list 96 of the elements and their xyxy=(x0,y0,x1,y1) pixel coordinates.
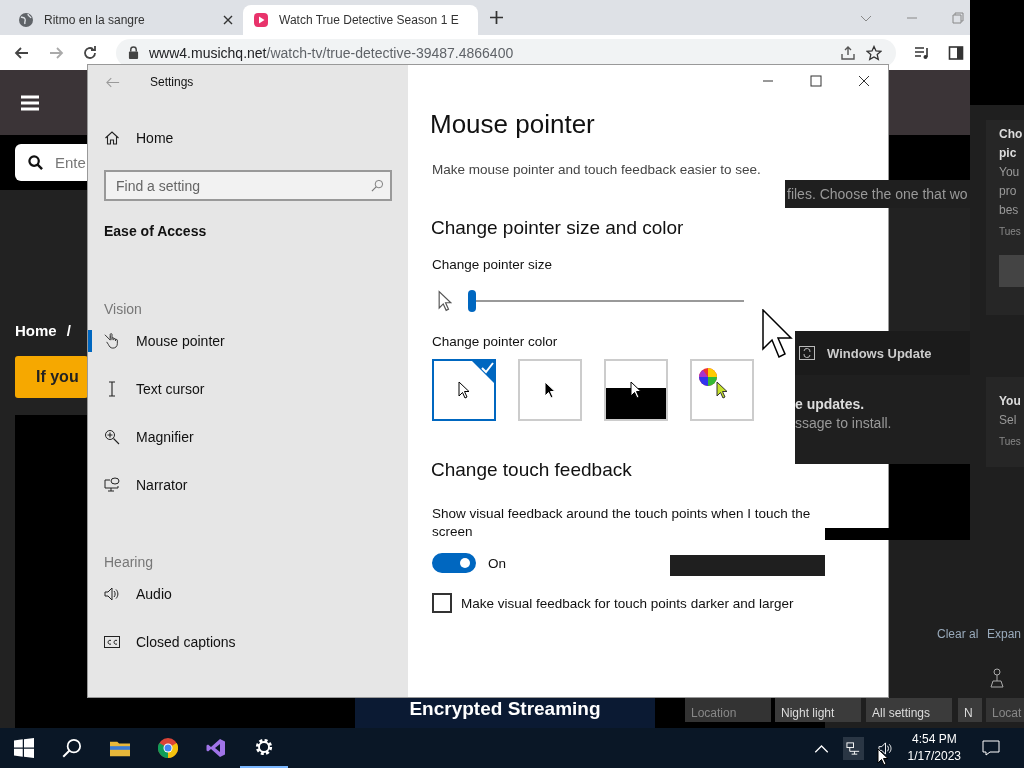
home-icon xyxy=(104,130,120,146)
update-icon xyxy=(799,346,815,360)
expand-link[interactable]: Expan xyxy=(987,627,1022,641)
search-field[interactable]: Ente xyxy=(15,144,88,181)
close-icon[interactable] xyxy=(858,75,870,87)
group-heading: Vision xyxy=(104,300,143,317)
pointer-size-slider[interactable] xyxy=(468,290,744,312)
share-icon[interactable] xyxy=(840,44,856,61)
start-icon[interactable] xyxy=(14,738,34,758)
side-panel-icon[interactable] xyxy=(948,44,964,61)
nav-item[interactable]: Narrator xyxy=(104,461,408,509)
slider-thumb[interactable] xyxy=(468,290,476,312)
location-icon[interactable] xyxy=(989,668,1005,688)
notifications-icon[interactable] xyxy=(982,740,1000,756)
small-pointer-icon xyxy=(438,290,452,312)
playlist-icon[interactable] xyxy=(914,44,930,61)
hand-pointer-icon xyxy=(104,333,120,349)
nav-item[interactable]: Closed captions xyxy=(104,618,408,666)
notification-card[interactable]: Cho pic You pro bes Tues xyxy=(986,120,1024,315)
browser-tab[interactable]: Watch True Detective Season 1 E xyxy=(243,5,478,35)
notification-text: You xyxy=(999,164,1020,181)
notification-title: You xyxy=(999,393,1021,410)
lock-icon xyxy=(128,46,139,59)
home-nav-item[interactable]: Home xyxy=(104,114,408,162)
cursor-icon xyxy=(877,748,889,766)
nav-item[interactable]: Mouse pointer xyxy=(104,317,408,365)
notification-time: Tues xyxy=(999,226,1021,237)
play-icon xyxy=(253,12,269,28)
clear-all-link[interactable]: Clear al xyxy=(937,627,979,641)
star-icon[interactable] xyxy=(866,44,882,61)
search-icon[interactable] xyxy=(62,738,82,758)
quick-action-tile[interactable]: Night light xyxy=(775,698,861,722)
close-icon[interactable] xyxy=(223,15,233,25)
network-icon[interactable] xyxy=(842,736,864,760)
notification-text: files. Choose the one that wo xyxy=(785,180,970,208)
search-icon xyxy=(371,179,384,192)
category-heading: Ease of Access xyxy=(104,223,208,241)
breadcrumb-item[interactable]: / xyxy=(66,322,71,339)
checkbox-label[interactable]: Make visual feedback for touch points darker and larger xyxy=(461,595,794,611)
pointer-icon xyxy=(630,381,642,399)
cursor-icon xyxy=(762,309,796,359)
notification-time: Tues xyxy=(999,436,1021,447)
setting-description: Show visual feedback around the touch points when I touch the screen xyxy=(432,505,812,541)
notification-text: Sel xyxy=(999,412,1017,429)
checkbox[interactable] xyxy=(432,593,452,613)
notification-title: Cho xyxy=(999,126,1023,143)
field-label: Change pointer color xyxy=(432,334,559,349)
section-heading: Change touch feedback xyxy=(431,459,633,481)
section-heading: Change pointer size and color xyxy=(431,217,685,239)
field-label: Change pointer size xyxy=(432,257,554,272)
captions-icon xyxy=(104,634,120,650)
notification-title: e updates. xyxy=(795,395,866,414)
pointer-icon xyxy=(716,381,728,399)
magnifier-icon xyxy=(104,429,120,445)
nav-item[interactable]: Audio xyxy=(104,570,408,618)
notification-text: bes xyxy=(999,202,1019,219)
notification-card[interactable]: You Sel Tues xyxy=(986,377,1024,467)
notification-app-name: Windows Update xyxy=(827,345,932,361)
gear-icon[interactable] xyxy=(254,737,274,757)
clock[interactable]: 4:54 PM 1/17/2023 xyxy=(907,731,961,765)
browser-tab[interactable]: Ritmo en la sangre xyxy=(8,5,243,35)
toggle-switch[interactable] xyxy=(432,553,476,573)
breadcrumb-item[interactable]: Home xyxy=(15,322,57,339)
window-title: Settings xyxy=(150,75,194,89)
quick-action-tile[interactable]: All settings xyxy=(866,698,952,722)
new-tab-icon[interactable] xyxy=(490,11,503,24)
globe-icon xyxy=(18,12,34,28)
address-field[interactable]: www4.musichq.net/watch-tv/true-detective-39487.4866400 xyxy=(116,38,896,67)
quick-action-tile[interactable]: N xyxy=(958,698,982,722)
page-title: Mouse pointer xyxy=(430,109,596,140)
notification-text: ssage to install. xyxy=(795,414,893,433)
narrator-icon xyxy=(104,477,120,493)
menu-icon[interactable] xyxy=(21,94,39,111)
back-icon[interactable] xyxy=(14,44,30,61)
maximize-icon[interactable] xyxy=(810,75,822,87)
notification-title: pic xyxy=(999,145,1017,162)
ribbon-app-icon[interactable] xyxy=(206,738,226,758)
pointer-color-option[interactable] xyxy=(432,359,496,421)
page-description: Make mouse pointer and touch feedback easier to see. xyxy=(432,162,762,177)
search-field[interactable]: Find a setting xyxy=(104,170,392,201)
browser-icon[interactable] xyxy=(158,738,178,758)
selected-check-icon xyxy=(471,360,495,384)
notification-card[interactable]: Windows Update e updates. ssage to install. xyxy=(795,331,970,464)
nav-item[interactable]: Text cursor xyxy=(104,365,408,413)
pointer-icon xyxy=(544,381,556,399)
pointer-icon xyxy=(458,381,470,399)
reload-icon[interactable] xyxy=(82,44,98,61)
banner-text: If you xyxy=(36,368,79,386)
nav-item[interactable]: Magnifier xyxy=(104,413,408,461)
group-heading: Hearing xyxy=(104,553,155,570)
notification-text: pro xyxy=(999,183,1017,200)
speaker-icon xyxy=(104,586,120,602)
toggle-state-label: On xyxy=(488,555,506,571)
search-icon xyxy=(28,155,43,170)
color-wheel-icon xyxy=(698,367,718,387)
volume-icon[interactable] xyxy=(877,740,893,756)
